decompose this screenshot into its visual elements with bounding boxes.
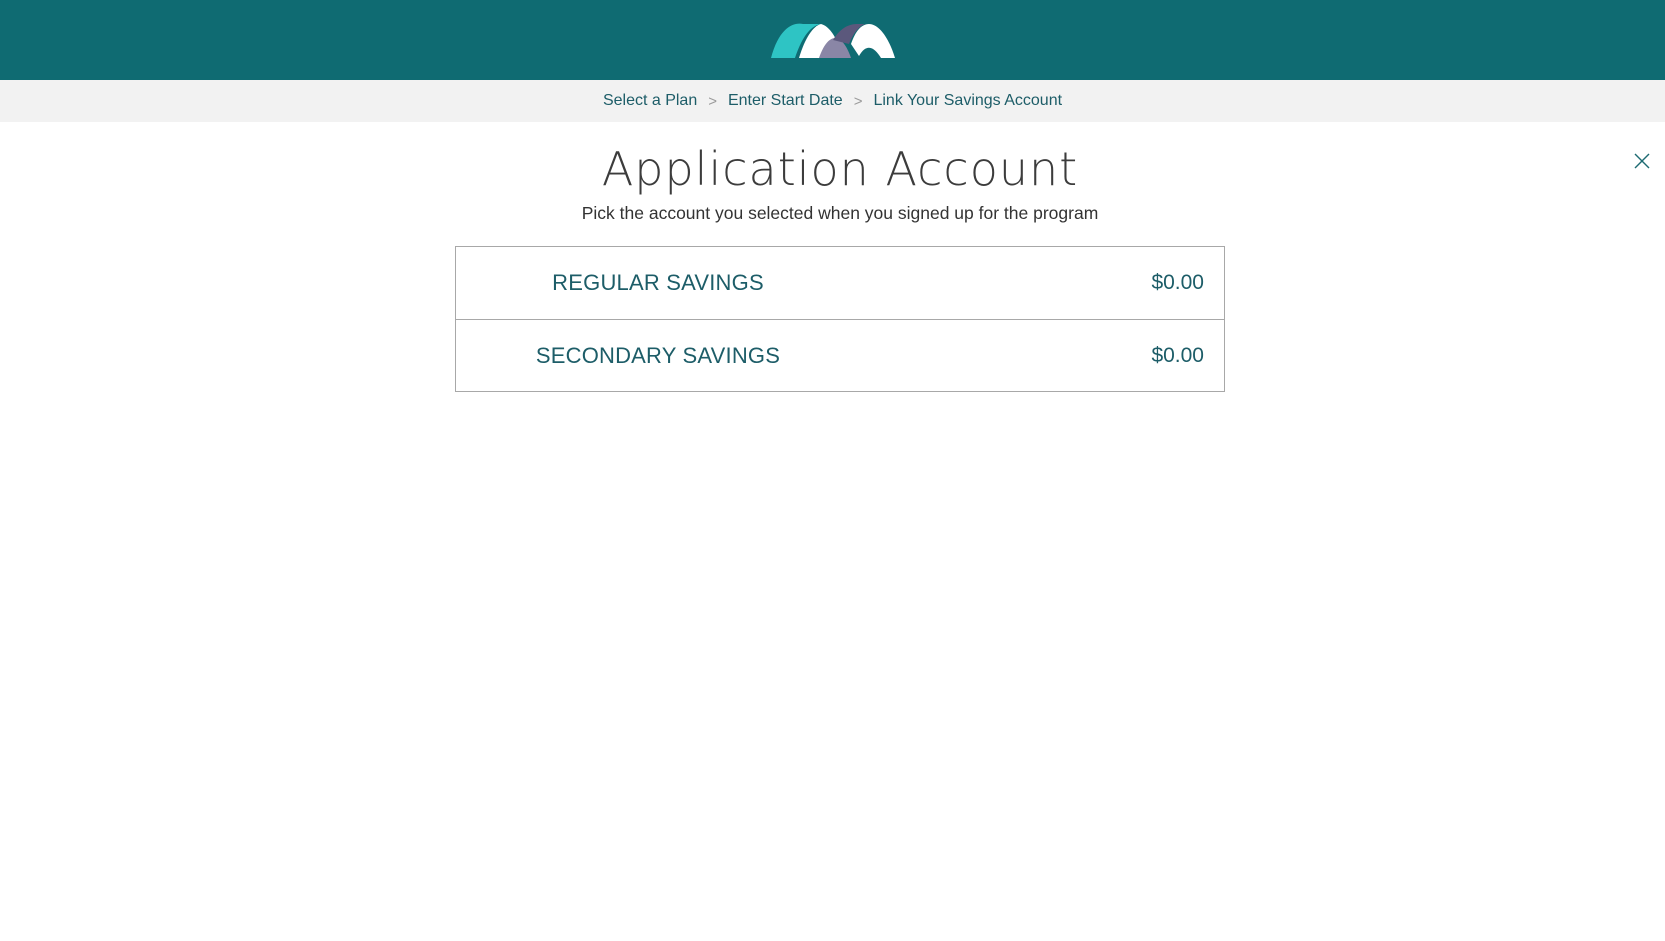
page-subtitle: Pick the account you selected when you s…	[581, 203, 1099, 223]
account-balance: $0.00	[1151, 271, 1204, 294]
top-header-bar	[0, 0, 1665, 80]
account-list: REGULAR SAVINGS $0.00 SECONDARY SAVINGS …	[455, 246, 1225, 392]
account-name: REGULAR SAVINGS	[552, 270, 764, 295]
breadcrumb-separator: >	[853, 92, 863, 110]
account-balance: $0.00	[1151, 343, 1204, 367]
breadcrumb: Select a Plan > Enter Start Date > Link …	[0, 80, 1665, 122]
brand-logo-icon	[770, 23, 895, 58]
account-name: SECONDARY SAVINGS	[535, 342, 781, 368]
breadcrumb-item-select-plan[interactable]: Select a Plan	[603, 92, 697, 110]
breadcrumb-item-link-savings-account[interactable]: Link Your Savings Account	[873, 92, 1062, 110]
breadcrumb-item-enter-start-date[interactable]: Enter Start Date	[728, 92, 843, 110]
page-title: Application Account	[601, 142, 1079, 196]
account-option-regular-savings[interactable]: REGULAR SAVINGS $0.00	[456, 247, 1224, 319]
account-option-secondary-savings[interactable]: SECONDARY SAVINGS $0.00	[456, 319, 1224, 391]
breadcrumb-separator: >	[708, 92, 717, 110]
